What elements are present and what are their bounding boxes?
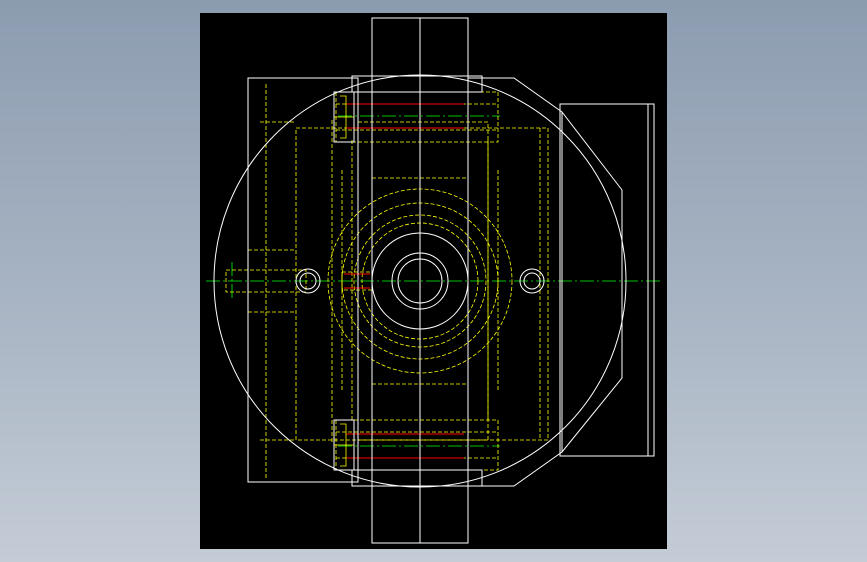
- cad-drawing-viewport[interactable]: [200, 13, 667, 549]
- bottom-bolt-pocket: [335, 419, 499, 471]
- top-bolt-pocket: [335, 91, 499, 143]
- right-chamfer-top: [561, 111, 623, 453]
- inner-housing-outline: [295, 127, 549, 441]
- center-lines: [206, 115, 662, 447]
- left-housing-block: [247, 77, 359, 483]
- visible-lines: [213, 17, 655, 544]
- right-flange-plate: [559, 103, 655, 457]
- cad-drawing: [206, 17, 662, 544]
